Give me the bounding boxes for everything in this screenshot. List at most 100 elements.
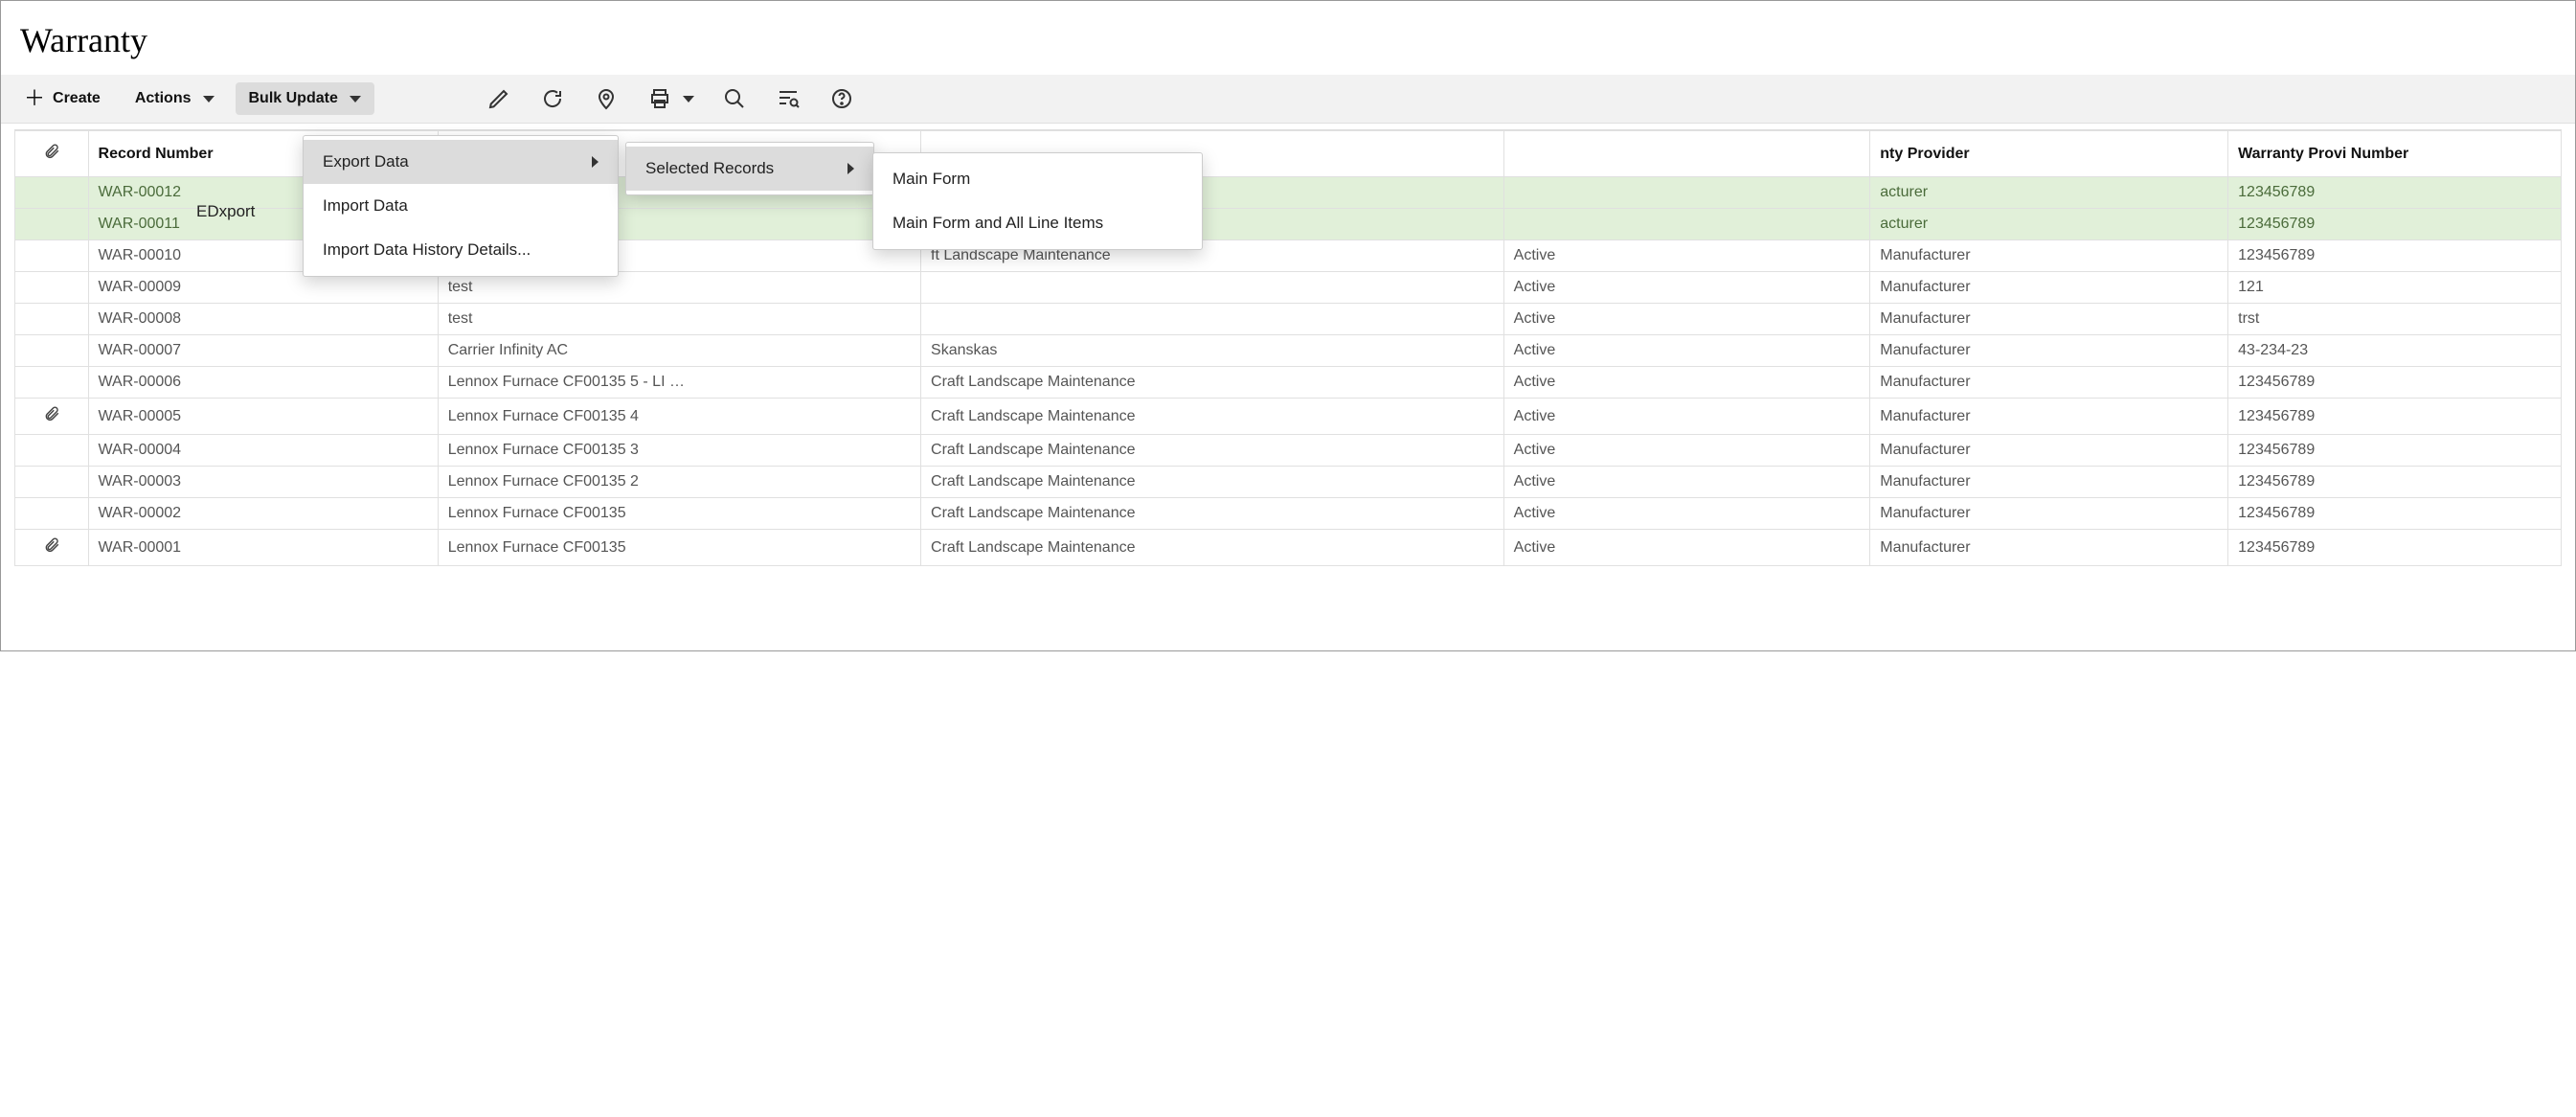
create-label: Create bbox=[53, 90, 101, 107]
cell-provider: Manufacturer bbox=[1870, 304, 2228, 335]
table-row[interactable]: WAR-00007Carrier Infinity ACSkanskasActi… bbox=[15, 335, 2562, 367]
cell-record-number: WAR-00001 bbox=[88, 530, 438, 566]
table-row[interactable]: WAR-00006Lennox Furnace CF00135 5 - LI …… bbox=[15, 367, 2562, 399]
actions-button[interactable]: Actions bbox=[122, 82, 228, 115]
menu-label: Import Data History Details... bbox=[323, 240, 531, 260]
print-button[interactable] bbox=[646, 85, 673, 112]
cell-record-number: WAR-00008 bbox=[88, 304, 438, 335]
cell-provider-number: trst bbox=[2228, 304, 2562, 335]
cell-provider: Manufacturer bbox=[1870, 435, 2228, 467]
cell-company: Craft Landscape Maintenance bbox=[921, 399, 1504, 435]
menu-item-export-data[interactable]: Export Data bbox=[304, 140, 618, 184]
cell-record-number: WAR-00003 bbox=[88, 467, 438, 498]
form-submenu: Main Form Main Form and All Line Items bbox=[872, 152, 1203, 250]
toolbar-icon-group bbox=[486, 85, 855, 112]
table-row[interactable]: WAR-00001Lennox Furnace CF00135Craft Lan… bbox=[15, 530, 2562, 566]
table-row[interactable]: WAR-00008test ActiveManufacturertrst bbox=[15, 304, 2562, 335]
toolbar: ＋ Create Actions Bulk Update bbox=[1, 75, 2575, 124]
col-header-provider[interactable]: nty Provider bbox=[1870, 131, 2228, 177]
cell-company: Craft Landscape Maintenance bbox=[921, 367, 1504, 399]
table-row[interactable]: WAR-00004Lennox Furnace CF00135 3Craft L… bbox=[15, 435, 2562, 467]
pencil-icon bbox=[487, 87, 510, 110]
cell-status: Active bbox=[1503, 498, 1870, 530]
help-button[interactable] bbox=[828, 85, 855, 112]
cell-company: Craft Landscape Maintenance bbox=[921, 498, 1504, 530]
cell-attachment bbox=[15, 335, 89, 367]
refresh-button[interactable] bbox=[539, 85, 566, 112]
page-title: Warranty bbox=[1, 1, 2575, 75]
cell-provider: Manufacturer bbox=[1870, 335, 2228, 367]
cell-provider-number: 123456789 bbox=[2228, 209, 2562, 240]
cell-provider: Manufacturer bbox=[1870, 530, 2228, 566]
cell-record-number: WAR-00007 bbox=[88, 335, 438, 367]
menu-item-import-data[interactable]: Import Data bbox=[304, 184, 618, 228]
cell-provider-number: 123456789 bbox=[2228, 177, 2562, 209]
cell-provider-number: 123456789 bbox=[2228, 399, 2562, 435]
cell-record-number: WAR-00006 bbox=[88, 367, 438, 399]
cell-status: Active bbox=[1503, 530, 1870, 566]
cell-provider: Manufacturer bbox=[1870, 498, 2228, 530]
menu-item-import-history[interactable]: Import Data History Details... bbox=[304, 228, 618, 272]
cell-status: Active bbox=[1503, 467, 1870, 498]
find-button[interactable] bbox=[775, 85, 802, 112]
cell-provider-number: 121 bbox=[2228, 272, 2562, 304]
cell-title: Lennox Furnace CF00135 4 bbox=[438, 399, 920, 435]
cell-attachment bbox=[15, 367, 89, 399]
cell-status bbox=[1503, 209, 1870, 240]
cell-status: Active bbox=[1503, 399, 1870, 435]
actions-label: Actions bbox=[135, 90, 192, 107]
location-button[interactable] bbox=[593, 85, 620, 112]
refresh-icon bbox=[541, 87, 564, 110]
col-header-attachment[interactable] bbox=[15, 131, 89, 177]
cell-attachment bbox=[15, 209, 89, 240]
cell-status: Active bbox=[1503, 367, 1870, 399]
attachment-icon bbox=[43, 148, 60, 164]
cell-attachment bbox=[15, 240, 89, 272]
create-button[interactable]: ＋ Create bbox=[11, 80, 114, 117]
menu-item-main-form-all[interactable]: Main Form and All Line Items bbox=[873, 201, 1202, 245]
bulk-update-button[interactable]: Bulk Update bbox=[236, 82, 374, 115]
table-row[interactable]: WAR-00005Lennox Furnace CF00135 4Craft L… bbox=[15, 399, 2562, 435]
col-label: Warranty Provi Number bbox=[2238, 146, 2408, 162]
cell-title: test bbox=[438, 304, 920, 335]
col-header-provider-number[interactable]: Warranty Provi Number bbox=[2228, 131, 2562, 177]
cell-attachment bbox=[15, 467, 89, 498]
cell-provider: Manufacturer bbox=[1870, 367, 2228, 399]
menu-item-selected-records[interactable]: Selected Records bbox=[626, 147, 873, 191]
menu-label: Main Form bbox=[893, 170, 970, 189]
cell-provider: Manufacturer bbox=[1870, 399, 2228, 435]
cell-provider-number: 123456789 bbox=[2228, 367, 2562, 399]
menu-item-main-form[interactable]: Main Form bbox=[873, 157, 1202, 201]
cell-status: Active bbox=[1503, 335, 1870, 367]
menu-label: Selected Records bbox=[645, 159, 774, 178]
caret-down-icon bbox=[203, 96, 215, 103]
cell-company: Craft Landscape Maintenance bbox=[921, 530, 1504, 566]
col-header-status[interactable] bbox=[1503, 131, 1870, 177]
cell-title: Lennox Furnace CF00135 5 - LI … bbox=[438, 367, 920, 399]
cell-company: Craft Landscape Maintenance bbox=[921, 467, 1504, 498]
edit-button[interactable] bbox=[486, 85, 512, 112]
cell-attachment bbox=[15, 272, 89, 304]
caret-down-icon bbox=[350, 96, 361, 103]
cell-record-number: WAR-00005 bbox=[88, 399, 438, 435]
search-button[interactable] bbox=[721, 85, 748, 112]
cell-status: Active bbox=[1503, 435, 1870, 467]
cell-status bbox=[1503, 177, 1870, 209]
cell-record-number: WAR-00004 bbox=[88, 435, 438, 467]
cell-company: Craft Landscape Maintenance bbox=[921, 435, 1504, 467]
attachment-icon bbox=[43, 410, 60, 426]
cell-company bbox=[921, 272, 1504, 304]
table-row[interactable]: WAR-00003Lennox Furnace CF00135 2Craft L… bbox=[15, 467, 2562, 498]
app-window: Warranty ＋ Create Actions Bulk Update bbox=[0, 0, 2576, 651]
cell-provider: acturer bbox=[1870, 209, 2228, 240]
export-submenu: Selected Records bbox=[625, 142, 874, 195]
cell-title: Lennox Furnace CF00135 2 bbox=[438, 467, 920, 498]
cell-status: Active bbox=[1503, 304, 1870, 335]
cell-provider: Manufacturer bbox=[1870, 467, 2228, 498]
table-row[interactable]: WAR-00002Lennox Furnace CF00135Craft Lan… bbox=[15, 498, 2562, 530]
menu-label: Import Data bbox=[323, 196, 408, 216]
print-icon bbox=[648, 87, 671, 110]
help-icon bbox=[830, 87, 853, 110]
chevron-right-icon bbox=[847, 163, 854, 174]
cell-provider: Manufacturer bbox=[1870, 272, 2228, 304]
